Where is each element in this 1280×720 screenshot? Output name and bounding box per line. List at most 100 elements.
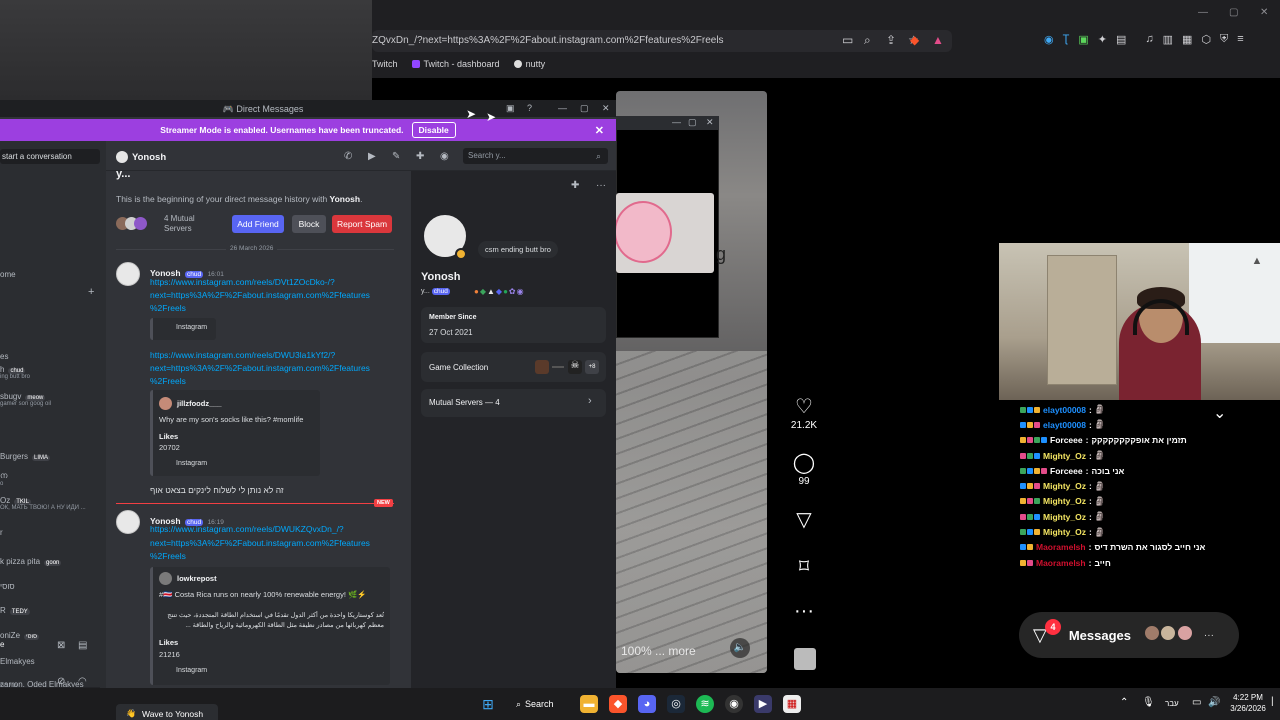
- music-icon[interactable]: ♫: [1145, 33, 1153, 46]
- user-panel-name[interactable]: e: [0, 640, 4, 649]
- message-link[interactable]: next=https%3A%2F%2Fabout.instagram.com%2…: [150, 290, 370, 300]
- headphones-icon[interactable]: ◠: [78, 676, 87, 687]
- shield-icon[interactable]: ⛨: [1220, 33, 1228, 46]
- avatar[interactable]: [116, 510, 140, 534]
- mute-icon[interactable]: ⊘: [57, 676, 65, 687]
- dm-list-item[interactable]: h chud ing butt bro: [0, 365, 30, 380]
- share-icon[interactable]: ⇪: [886, 33, 896, 47]
- extension-icon[interactable]: ▣: [1078, 33, 1088, 46]
- embed-author[interactable]: lowkrepost: [177, 574, 217, 583]
- add-friend-icon[interactable]: ✚: [571, 180, 579, 191]
- notification-icon[interactable]: ▏: [1272, 697, 1278, 706]
- volume-icon[interactable]: 🔊: [1208, 697, 1220, 708]
- message-link[interactable]: %2Freels: [150, 551, 186, 561]
- windows-start-icon[interactable]: ⊞: [479, 695, 497, 713]
- bookmark-twitch[interactable]: Twitch: [372, 56, 398, 72]
- vpn-icon[interactable]: ⬡: [1201, 33, 1211, 46]
- message-link[interactable]: https://www.instagram.com/reels/DVt1ZOcD…: [150, 277, 335, 287]
- inbox-icon[interactable]: ⊠: [57, 640, 65, 651]
- block-button[interactable]: Block: [292, 215, 326, 233]
- close-icon[interactable]: ✕: [706, 117, 714, 128]
- close-icon[interactable]: ✕: [602, 103, 610, 114]
- brave-rewards-icon[interactable]: ▲: [932, 33, 944, 47]
- dm-list-item[interactable]: sbugv meow gamer son goog oil: [0, 392, 51, 407]
- dm-header-name[interactable]: Yonosh: [132, 152, 166, 163]
- like-button[interactable]: ♡ 21.2K: [790, 396, 818, 431]
- obs-icon[interactable]: ◉: [725, 695, 743, 713]
- close-icon[interactable]: ✕: [1260, 7, 1268, 18]
- extension-icon[interactable]: Ʈ: [1063, 33, 1070, 46]
- zoom-icon[interactable]: ⌕: [864, 33, 871, 48]
- embed-author[interactable]: jillzfoodz___: [177, 399, 222, 408]
- extension-icon[interactable]: ▤: [1116, 33, 1126, 46]
- more-icon[interactable]: ···: [596, 180, 606, 191]
- add-friends-icon[interactable]: ✚: [416, 151, 424, 162]
- avatar[interactable]: [116, 151, 128, 163]
- taskbar-search[interactable]: ⌕ Search: [516, 694, 576, 714]
- steam-icon[interactable]: ◎: [667, 695, 685, 713]
- add-dm-icon[interactable]: +: [88, 286, 94, 298]
- calendar-icon[interactable]: ▤: [78, 640, 87, 651]
- dm-list-item[interactable]: oniZe סוסי: [0, 631, 40, 640]
- network-icon[interactable]: ▭: [1192, 697, 1201, 708]
- bookmark-twitch-dashboard[interactable]: Twitch - dashboard: [411, 56, 500, 72]
- avatar[interactable]: [116, 262, 140, 286]
- reel-caption[interactable]: 100% ... more: [621, 644, 696, 658]
- dm-list-item[interactable]: Oz TKIL ОК, МАТЬ ТВОЮ! А НУ ИДИ ...: [0, 496, 86, 511]
- puzzle-icon[interactable]: ✦: [1098, 33, 1107, 46]
- comment-button[interactable]: ◯ 99: [790, 452, 818, 487]
- video-icon[interactable]: ▶: [368, 151, 376, 162]
- brave-browser-icon[interactable]: ◆: [609, 695, 627, 713]
- dm-list-item[interactable]: R TEDY: [0, 606, 30, 615]
- more-options-button[interactable]: ···: [790, 600, 818, 622]
- minimize-icon[interactable]: —: [558, 103, 567, 113]
- maximize-icon[interactable]: ▢: [1229, 7, 1238, 18]
- discord-icon[interactable]: ◕: [638, 695, 656, 713]
- search-input[interactable]: Search y...: [463, 148, 608, 164]
- dm-list-item[interactable]: es: [0, 352, 8, 361]
- profile-icon[interactable]: ◉: [440, 151, 449, 162]
- spotify-icon[interactable]: ≋: [696, 695, 714, 713]
- taskbar-clock[interactable]: 4:22 PM 3/26/2026: [1224, 692, 1272, 714]
- wallet-icon[interactable]: ▦: [1182, 33, 1192, 46]
- message-link[interactable]: %2Freels: [150, 376, 186, 386]
- language-indicator[interactable]: עבר: [1165, 699, 1179, 708]
- dm-list-item[interactable]: Burgers LIMA: [0, 452, 51, 461]
- message-link[interactable]: next=https%3A%2F%2Fabout.instagram.com%2…: [150, 363, 370, 373]
- app-icon[interactable]: ▦: [783, 695, 801, 713]
- screen-icon[interactable]: ▭: [842, 33, 853, 47]
- help-icon[interactable]: ?: [527, 103, 532, 113]
- sidebar-icon[interactable]: ▥: [1163, 33, 1173, 46]
- bookmark-nutty[interactable]: nutty: [513, 56, 545, 72]
- message-link[interactable]: https://www.instagram.com/reels/DWU3la1k…: [150, 350, 335, 360]
- share-button[interactable]: ▽: [790, 509, 818, 531]
- chevron-up-icon[interactable]: ⌃: [1120, 697, 1128, 708]
- minimize-icon[interactable]: —: [1198, 7, 1208, 18]
- dm-list-item[interactable]: നo: [0, 471, 7, 487]
- report-spam-button[interactable]: Report Spam: [332, 215, 392, 233]
- inbox-icon[interactable]: ▣: [506, 103, 515, 114]
- address-url[interactable]: ZQvxDn_/?next=https%3A%2F%2Fabout.instag…: [372, 35, 724, 46]
- app-icon[interactable]: ▶: [754, 695, 772, 713]
- brave-shield-icon[interactable]: ◆: [910, 33, 919, 47]
- message-link[interactable]: next=https%3A%2F%2Fabout.instagram.com%2…: [150, 538, 370, 548]
- dm-list-item[interactable]: Elmakyes: [0, 657, 35, 666]
- disable-button[interactable]: Disable: [411, 122, 456, 138]
- find-conversation-input[interactable]: start a conversation: [0, 149, 100, 164]
- maximize-icon[interactable]: ▢: [688, 117, 697, 128]
- mutual-servers-2[interactable]: Servers: [164, 224, 192, 233]
- pin-icon[interactable]: ✎: [392, 151, 400, 162]
- mute-icon[interactable]: 🔈: [730, 638, 750, 658]
- extension-icon[interactable]: ◉: [1044, 33, 1054, 46]
- dm-list-item[interactable]: k pizza pita goon: [0, 557, 62, 566]
- menu-icon[interactable]: ≡: [1237, 33, 1243, 46]
- dm-list-item[interactable]: ome: [0, 270, 16, 279]
- message-link[interactable]: https://www.instagram.com/reels/DWUKZQvx…: [150, 524, 344, 534]
- message-link[interactable]: %2Freels: [150, 303, 186, 313]
- phone-icon[interactable]: ✆: [344, 151, 352, 162]
- close-icon[interactable]: ✕: [595, 124, 604, 137]
- microphone-icon[interactable]: 🎙: [1142, 697, 1155, 708]
- file-explorer-icon[interactable]: ▬: [580, 695, 598, 713]
- minimize-icon[interactable]: —: [672, 117, 681, 127]
- add-friend-button[interactable]: Add Friend: [232, 215, 284, 233]
